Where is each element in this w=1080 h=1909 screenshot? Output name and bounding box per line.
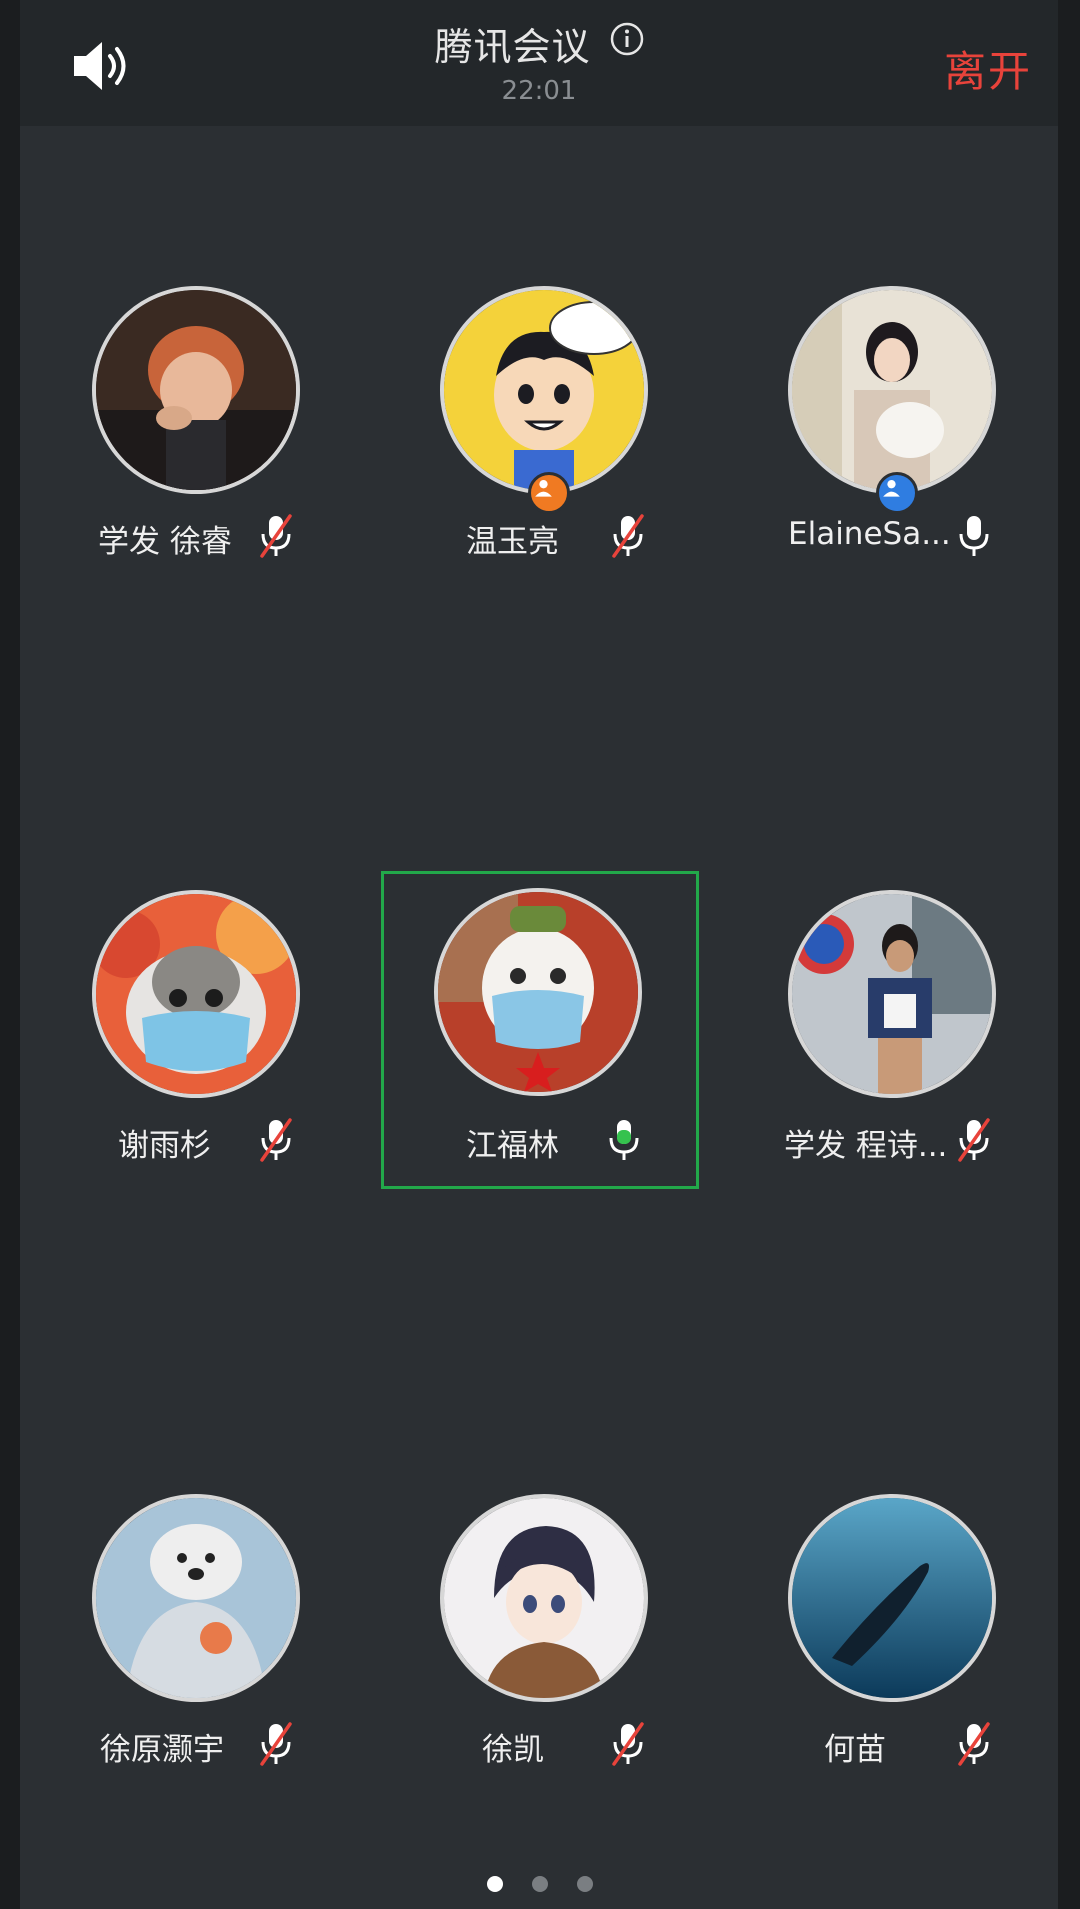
participant-name-row: 江福林 — [384, 1112, 696, 1168]
participant-name: 江福林 — [466, 1128, 559, 1164]
avatar — [788, 1494, 996, 1702]
participant-name: 谢雨杉 — [118, 1128, 211, 1164]
leave-button[interactable]: 离开 — [944, 38, 1032, 99]
page-dot[interactable] — [577, 1876, 594, 1892]
participant-name: 学发 程诗... — [784, 1128, 948, 1164]
title-area: 腾讯会议 — [20, 16, 1058, 71]
avatar — [434, 888, 642, 1096]
participant-name-row: 温玉亮 — [386, 508, 706, 564]
participant-name: 学发 徐睿 — [98, 524, 232, 560]
avatar — [92, 286, 300, 494]
page-dot[interactable] — [532, 1876, 548, 1892]
avatar — [788, 890, 996, 1098]
participant-name: 何苗 — [824, 1732, 886, 1768]
mic-muted-icon — [608, 512, 648, 560]
mic-muted-icon — [954, 1116, 994, 1164]
meeting-time: 22:01 — [501, 76, 577, 106]
participant-tile[interactable]: 学发 徐睿 — [38, 272, 358, 572]
participant-name: 徐原灏宇 — [100, 1732, 224, 1768]
right-edge — [1058, 0, 1080, 1909]
participant-name: ElaineSa... — [788, 516, 951, 552]
participant-name-row: 学发 程诗... — [734, 1112, 1054, 1168]
avatar — [92, 890, 300, 1098]
mic-muted-icon — [256, 1720, 296, 1768]
participant-tile-active[interactable]: 江福林 — [381, 871, 699, 1189]
avatar — [440, 286, 648, 494]
participant-tile[interactable]: 徐原灏宇 — [38, 1480, 358, 1780]
participant-name-row: 徐凯 — [386, 1716, 706, 1772]
participant-name-row: ElaineSa... — [734, 508, 1054, 564]
participant-name-row: 学发 徐睿 — [38, 508, 358, 564]
info-icon[interactable] — [610, 22, 644, 56]
participant-name: 温玉亮 — [466, 524, 559, 560]
participant-tile[interactable]: 何苗 — [734, 1480, 1054, 1780]
participant-tile[interactable]: 温玉亮 — [386, 272, 706, 572]
participant-tile[interactable]: ElaineSa... — [734, 272, 1054, 572]
participant-name-row: 徐原灏宇 — [38, 1716, 358, 1772]
participant-tile[interactable]: 谢雨杉 — [38, 876, 358, 1176]
avatar — [440, 1494, 648, 1702]
left-edge — [0, 0, 20, 1909]
page-dot-active[interactable] — [486, 1876, 503, 1892]
mic-icon — [954, 512, 994, 560]
participant-tile[interactable]: 徐凯 — [386, 1480, 706, 1780]
mic-muted-icon — [608, 1720, 648, 1768]
participant-name: 徐凯 — [482, 1732, 544, 1768]
meeting-title: 腾讯会议 — [434, 25, 591, 69]
mic-speaking-icon — [604, 1116, 644, 1164]
participant-name-row: 何苗 — [734, 1716, 1054, 1772]
mic-muted-icon — [954, 1720, 994, 1768]
mic-muted-icon — [256, 1116, 296, 1164]
top-bar: 腾讯会议 22:01 离开 — [20, 0, 1058, 126]
avatar — [788, 286, 996, 494]
avatar — [92, 1494, 300, 1702]
mic-muted-icon — [256, 512, 296, 560]
participant-name-row: 谢雨杉 — [38, 1112, 358, 1168]
page-indicator[interactable] — [0, 1876, 1080, 1896]
participant-tile[interactable]: 学发 程诗... — [734, 876, 1054, 1176]
